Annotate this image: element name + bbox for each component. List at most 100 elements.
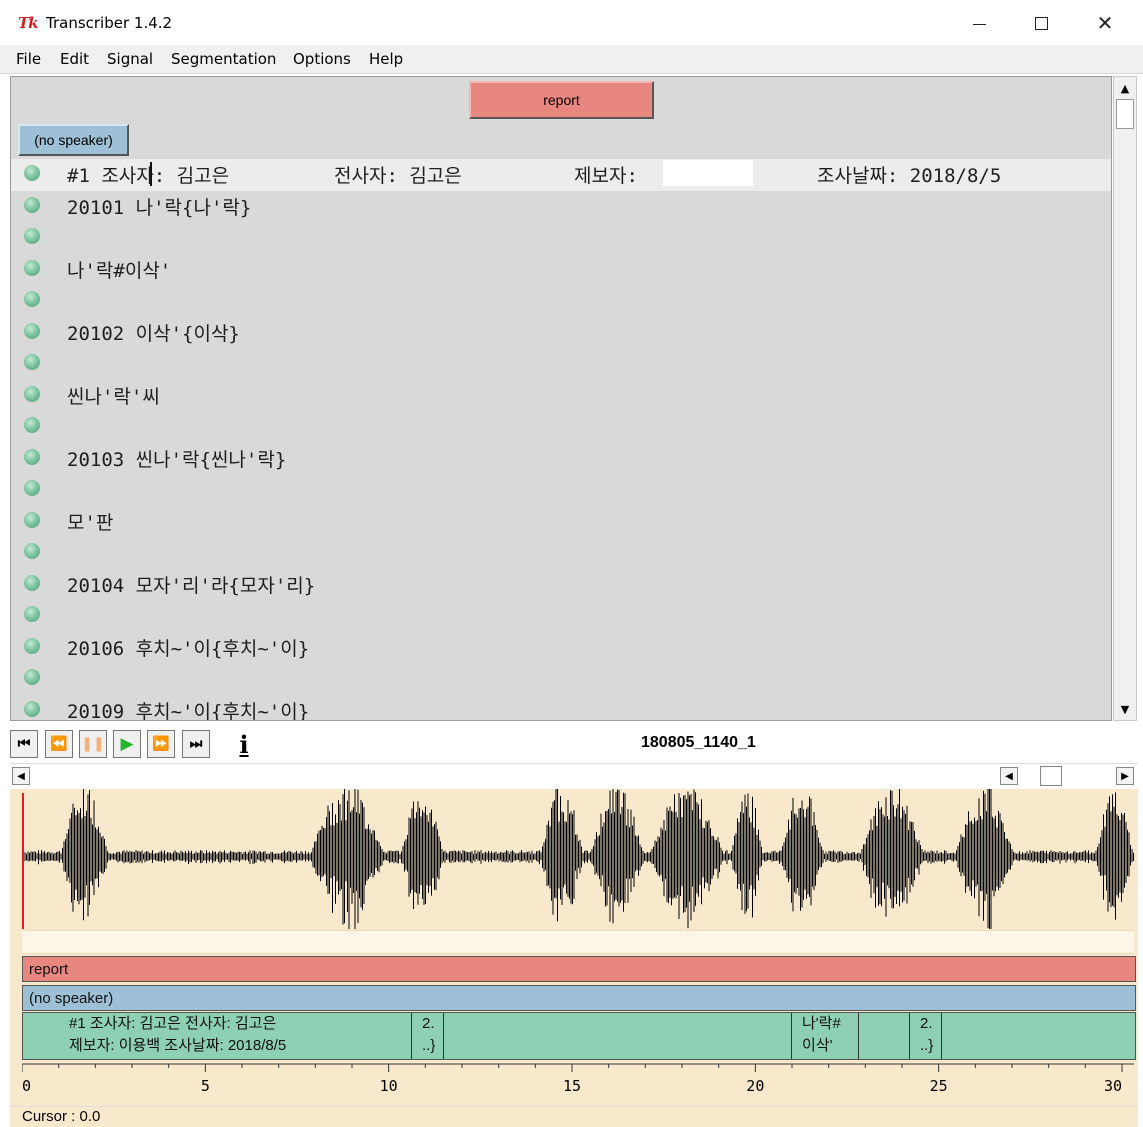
transcript-text: 모'판	[67, 511, 114, 534]
rewind-icon[interactable]: ⏪	[45, 730, 73, 758]
sync-point-icon[interactable]	[24, 291, 40, 307]
menu-edit[interactable]: Edit	[60, 50, 89, 68]
segment-line: 이삭'	[802, 1037, 833, 1054]
minimize-icon	[972, 23, 986, 25]
scroll-left-icon[interactable]: ◀	[12, 767, 30, 785]
scroll-thumb[interactable]	[1116, 99, 1134, 129]
sync-point-icon[interactable]	[24, 196, 40, 213]
transcript-line[interactable]: 20109 후치~'이{후치~'이}	[11, 695, 1111, 721]
playback-cursor[interactable]	[22, 793, 24, 929]
transcript-line[interactable]	[11, 600, 1111, 632]
maximize-button[interactable]	[1010, 0, 1072, 46]
zoom-left-icon[interactable]: ◀	[1000, 767, 1018, 785]
editor-vertical-scrollbar[interactable]: ▲ ▼	[1113, 76, 1137, 721]
sync-point-icon[interactable]	[24, 228, 40, 244]
transcript-line[interactable]	[11, 411, 1111, 443]
sync-point-icon[interactable]	[24, 574, 40, 591]
axis-tick-label: 15	[563, 1077, 581, 1095]
scroll-thumb-horizontal[interactable]	[1040, 766, 1062, 786]
segment-line: 2.	[920, 1015, 933, 1032]
sync-point-icon[interactable]	[24, 417, 40, 433]
section-track[interactable]: report	[22, 956, 1136, 982]
empty-track	[22, 930, 1134, 954]
minimize-button[interactable]	[948, 0, 1010, 46]
sync-point-icon[interactable]	[24, 637, 40, 654]
transcript-text: 20102 이삭'{이삭}	[67, 322, 240, 345]
transcript-text: 20109 후치~'이{후치~'이}	[67, 700, 310, 721]
header-transcriber: 전사자: 김고은	[334, 165, 462, 187]
waveform[interactable]	[22, 789, 1134, 929]
header-line[interactable]: #1 조사자: 김고은 전사자: 김고은 제보자: 조사날짜: 2018/8/5	[11, 159, 1111, 191]
segment-item[interactable]	[859, 1013, 910, 1059]
transcript-line[interactable]	[11, 663, 1111, 695]
transcript-line[interactable]: 나'락#이삭'	[11, 254, 1111, 286]
waveform-path	[22, 789, 1134, 929]
sync-point-icon[interactable]	[24, 543, 40, 559]
transcript-text: 나'락#이삭'	[67, 259, 172, 282]
transcript-line[interactable]	[11, 348, 1111, 380]
segment-line: #1 조사자: 김고은 전사자: 김고은	[69, 1015, 277, 1032]
transcript-line[interactable]	[11, 537, 1111, 569]
signal-horizontal-scrollbar[interactable]: ◀ ◀ ▶	[10, 763, 1138, 789]
sync-point-icon[interactable]	[24, 385, 40, 402]
transcript-text: 20104 모자'리'라{모자'리}	[67, 574, 316, 597]
transcription-editor[interactable]: report (no speaker) #1 조사자: 김고은 전사자: 김고은…	[10, 76, 1112, 721]
menu-signal[interactable]: Signal	[107, 50, 153, 68]
tk-app-icon: Tk	[18, 14, 39, 32]
axis-tick-label: 25	[930, 1077, 948, 1095]
sync-point-icon[interactable]	[24, 669, 40, 685]
signal-panel[interactable]: report (no speaker) #1 조사자: 김고은 전사자: 김고은…	[10, 789, 1138, 1106]
sync-point-icon[interactable]	[24, 511, 40, 528]
transcript-line[interactable]: 모'판	[11, 506, 1111, 538]
transcript-text: 씬나'락'씨	[67, 385, 160, 408]
transcript-line[interactable]: 20103 씬나'락{씬나'락}	[11, 443, 1111, 475]
transcript-line[interactable]: 20101 나'락{나'락}	[11, 191, 1111, 223]
menu-segmentation[interactable]: Segmentation	[171, 50, 276, 68]
transcript-lines: #1 조사자: 김고은 전사자: 김고은 제보자: 조사날짜: 2018/8/5…	[11, 159, 1111, 721]
sync-point-icon[interactable]	[24, 480, 40, 496]
transcript-text: 20103 씬나'락{씬나'락}	[67, 448, 287, 471]
sync-point-icon[interactable]	[24, 165, 40, 181]
segment-item[interactable]	[942, 1013, 1135, 1059]
speaker-button[interactable]: (no speaker)	[18, 124, 129, 156]
segment-item[interactable]: 나'락# 이삭'	[792, 1013, 859, 1059]
info-icon[interactable]: i	[229, 728, 259, 760]
segment-item[interactable]	[444, 1013, 792, 1059]
maximize-icon	[1034, 16, 1048, 30]
scroll-right-icon[interactable]: ▶	[1116, 767, 1134, 785]
play-icon[interactable]: ▶	[113, 730, 141, 758]
text-caret	[150, 162, 152, 186]
go-start-icon[interactable]: ⏮	[10, 730, 38, 758]
sync-point-icon[interactable]	[24, 354, 40, 370]
fast-forward-icon[interactable]: ⏩	[147, 730, 175, 758]
speaker-track[interactable]: (no speaker)	[22, 985, 1136, 1011]
transcript-line[interactable]: 20102 이삭'{이삭}	[11, 317, 1111, 349]
close-button[interactable]: ✕	[1074, 0, 1136, 46]
sync-point-icon[interactable]	[24, 606, 40, 622]
scroll-up-icon[interactable]: ▲	[1115, 78, 1135, 98]
segment-item[interactable]: #1 조사자: 김고은 전사자: 김고은 제보자: 이용백 조사날짜: 2018…	[23, 1013, 412, 1059]
pause-icon[interactable]: ❚❚	[79, 730, 107, 758]
sync-point-icon[interactable]	[24, 322, 40, 339]
menu-help[interactable]: Help	[369, 50, 403, 68]
sync-point-icon[interactable]	[24, 259, 40, 276]
scroll-down-icon[interactable]: ▼	[1115, 699, 1135, 719]
segment-line: ..}	[422, 1037, 436, 1054]
transcript-line[interactable]	[11, 222, 1111, 254]
sync-point-icon[interactable]	[24, 448, 40, 465]
file-name: 180805_1140_1	[641, 734, 756, 751]
transcript-line[interactable]	[11, 474, 1111, 506]
menu-file[interactable]: File	[16, 50, 41, 68]
segment-item[interactable]: 2. ..}	[910, 1013, 942, 1059]
axis-tick-label: 10	[380, 1077, 398, 1095]
transcript-line[interactable]: 20106 후치~'이{후치~'이}	[11, 632, 1111, 664]
transcript-line[interactable]	[11, 285, 1111, 317]
go-end-icon[interactable]: ⏭	[182, 730, 210, 758]
sync-point-icon[interactable]	[24, 700, 40, 717]
menu-options[interactable]: Options	[293, 50, 351, 68]
segment-track[interactable]: #1 조사자: 김고은 전사자: 김고은 제보자: 이용백 조사날짜: 2018…	[22, 1012, 1136, 1060]
section-report-button[interactable]: report	[469, 81, 654, 119]
segment-item[interactable]: 2. ..}	[412, 1013, 444, 1059]
transcript-line[interactable]: 씬나'락'씨	[11, 380, 1111, 412]
transcript-line[interactable]: 20104 모자'리'라{모자'리}	[11, 569, 1111, 601]
